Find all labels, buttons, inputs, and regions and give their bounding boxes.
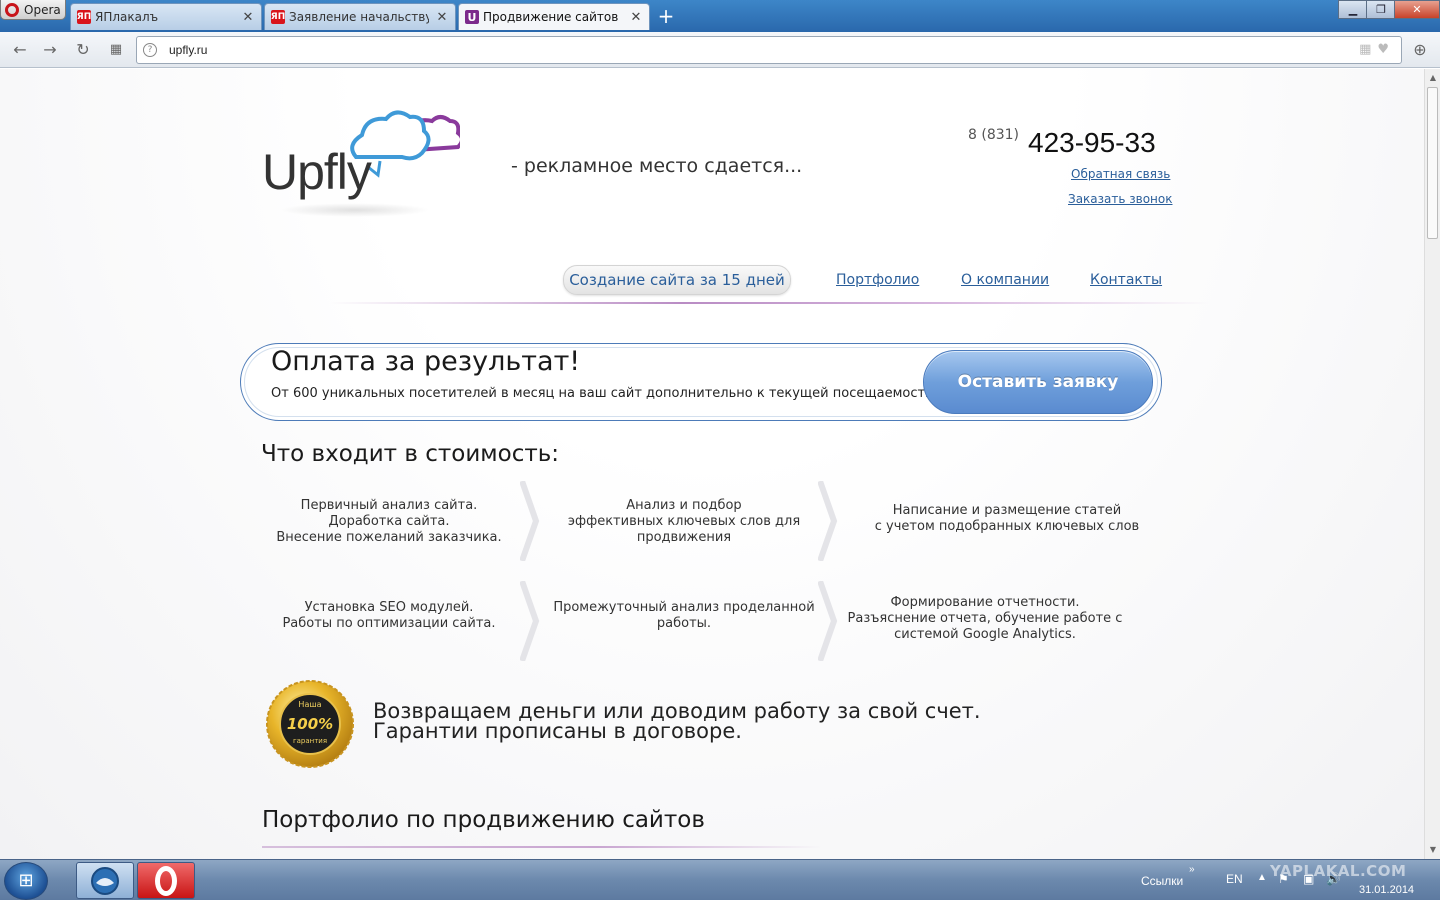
tab-title: Заявление начальству - ЯП: [289, 10, 429, 24]
new-tab-plus-icon[interactable]: +: [656, 6, 676, 26]
tab-upfly[interactable]: U Продвижение сайтов в Н... ✕: [458, 3, 650, 30]
promo-title: Оплата за результат!: [271, 346, 581, 377]
feature-item: Формирование отчетности. Разъяснение отч…: [847, 595, 1123, 642]
opera-logo-icon: [5, 2, 19, 17]
chevron-separator-icon: [520, 581, 540, 661]
header-slogan: - рекламное место сдается...: [511, 155, 803, 177]
upfly-favicon-icon: U: [465, 10, 479, 24]
nav-item-create-site[interactable]: Создание сайта за 15 дней: [563, 265, 791, 295]
page-scrollbar[interactable]: ▲ ▼: [1424, 69, 1440, 859]
portfolio-title: Портфолио по продвижению сайтов: [262, 807, 705, 833]
chevron-separator-icon: [818, 581, 838, 661]
phone-code: 8 (831): [968, 127, 1020, 143]
tray-expand-icon[interactable]: ▲: [1257, 872, 1267, 883]
nav-divider: [330, 302, 1210, 304]
tray-date[interactable]: 31.01.2014: [1359, 884, 1414, 896]
seal-top-text: Наша: [298, 700, 321, 709]
opera-o-icon: [155, 865, 177, 896]
back-arrow-icon[interactable]: ←: [10, 40, 30, 60]
nav-item-about[interactable]: О компании: [961, 272, 1049, 288]
tab-title: ЯПлакалъ: [95, 10, 159, 24]
maximize-icon[interactable]: ❐: [1366, 0, 1396, 19]
scrollbar-thumb[interactable]: [1427, 87, 1438, 239]
seal-center-text: 100%: [287, 715, 333, 733]
window-close-icon[interactable]: ✕: [1394, 0, 1440, 19]
minimize-icon[interactable]: ▁: [1338, 0, 1368, 19]
upfly-logo[interactable]: Upfly: [260, 99, 460, 219]
opera-task-icon[interactable]: [137, 862, 195, 899]
portfolio-divider: [262, 846, 822, 848]
logo-wordmark: Upfly: [262, 144, 372, 200]
tab-bar: Opera ЯП ЯПлакалъ ✕ ЯП Заявление начальс…: [0, 0, 1440, 32]
leave-request-button[interactable]: Оставить заявку: [923, 350, 1153, 414]
yaplakal-watermark: YAPLAKAL.COM: [1270, 862, 1407, 880]
chevron-separator-icon: [818, 481, 838, 561]
tab-title: Продвижение сайтов в Н...: [483, 10, 623, 24]
reload-icon[interactable]: ↻: [73, 40, 93, 60]
tab-close-icon[interactable]: ✕: [629, 10, 643, 25]
tab-close-icon[interactable]: ✕: [435, 10, 449, 25]
guarantee-line-2: Гарантии прописаны в договоре.: [373, 719, 742, 743]
promo-subtitle: От 600 уникальных посетителей в месяц на…: [271, 386, 945, 401]
tab-zayavlenie[interactable]: ЯП Заявление начальству - ЯП ✕: [264, 3, 456, 30]
navigation-toolbar: ← → ↻ ▦ ? upfly.ru ▦♥ ⊕: [0, 32, 1440, 68]
forward-arrow-icon[interactable]: →: [40, 40, 60, 60]
feature-item: Промежуточный анализ проделанной работы.: [553, 600, 815, 631]
speed-dial-grid-icon[interactable]: ▦: [106, 40, 126, 60]
opera-menu-button[interactable]: Opera: [0, 0, 66, 20]
yaplakal-favicon-icon: ЯП: [76, 10, 92, 24]
download-icon[interactable]: ⊕: [1410, 40, 1430, 60]
feedback-link[interactable]: Обратная связь: [1071, 167, 1170, 181]
logo-shadow: [280, 203, 430, 217]
scroll-down-arrow-icon[interactable]: ▼: [1428, 845, 1438, 854]
main-nav: Создание сайта за 15 дней Портфолио О ко…: [0, 265, 1424, 305]
yaplakal-favicon-icon: ЯП: [270, 10, 286, 24]
guarantee-seal-icon: Наша 100% гарантия: [266, 680, 354, 768]
language-indicator[interactable]: EN: [1226, 872, 1243, 886]
nav-item-contacts[interactable]: Контакты: [1090, 272, 1162, 288]
site-info-icon[interactable]: ?: [143, 43, 157, 57]
start-button-windows-icon[interactable]: ⊞: [4, 862, 48, 900]
windows-taskbar: ⊞ Ссылки » EN ▲ ⚑ ▣ 🔊 31.01.2014 YAPLAKA…: [0, 859, 1440, 900]
callback-link[interactable]: Заказать звонок: [1068, 192, 1173, 206]
guarantee-text: Возвращаем деньги или доводим работу за …: [373, 699, 981, 743]
included-title: Что входит в стоимость:: [261, 441, 560, 467]
scroll-up-arrow-icon[interactable]: ▲: [1428, 73, 1438, 82]
feature-item: Анализ и подбор эффективных ключевых сло…: [567, 498, 801, 545]
address-url[interactable]: upfly.ru: [169, 43, 207, 57]
address-bar[interactable]: ? upfly.ru ▦♥: [136, 36, 1402, 64]
feature-item: Первичный анализ сайта. Доработка сайта.…: [276, 498, 502, 545]
tab-yaplakal[interactable]: ЯП ЯПлакалъ ✕: [70, 3, 262, 30]
feature-item: Установка SEO модулей. Работы по оптимиз…: [282, 600, 496, 631]
tab-close-icon[interactable]: ✕: [241, 10, 255, 25]
promo-banner: Оплата за результат! От 600 уникальных п…: [240, 343, 1162, 421]
links-toolbar-label[interactable]: Ссылки: [1141, 874, 1183, 888]
page-viewport: Upfly - рекламное место сдается... 8 (83…: [0, 69, 1424, 859]
feature-item: Написание и размещение статей с учетом п…: [874, 503, 1140, 534]
seal-bottom-text: гарантия: [293, 737, 327, 745]
bookmark-heart-icon[interactable]: ▦♥: [1359, 42, 1395, 57]
phone-number: 423-95-33: [1028, 127, 1156, 158]
opera-menu-label: Opera: [24, 2, 61, 17]
thunderbird-icon: [91, 866, 119, 895]
thunderbird-task-icon[interactable]: [76, 862, 134, 899]
chevron-separator-icon: [520, 481, 540, 561]
nav-item-portfolio[interactable]: Портфолио: [836, 272, 919, 288]
guarantee-line-1: Возвращаем деньги или доводим работу за …: [373, 699, 981, 723]
links-expand-icon[interactable]: »: [1189, 864, 1195, 875]
